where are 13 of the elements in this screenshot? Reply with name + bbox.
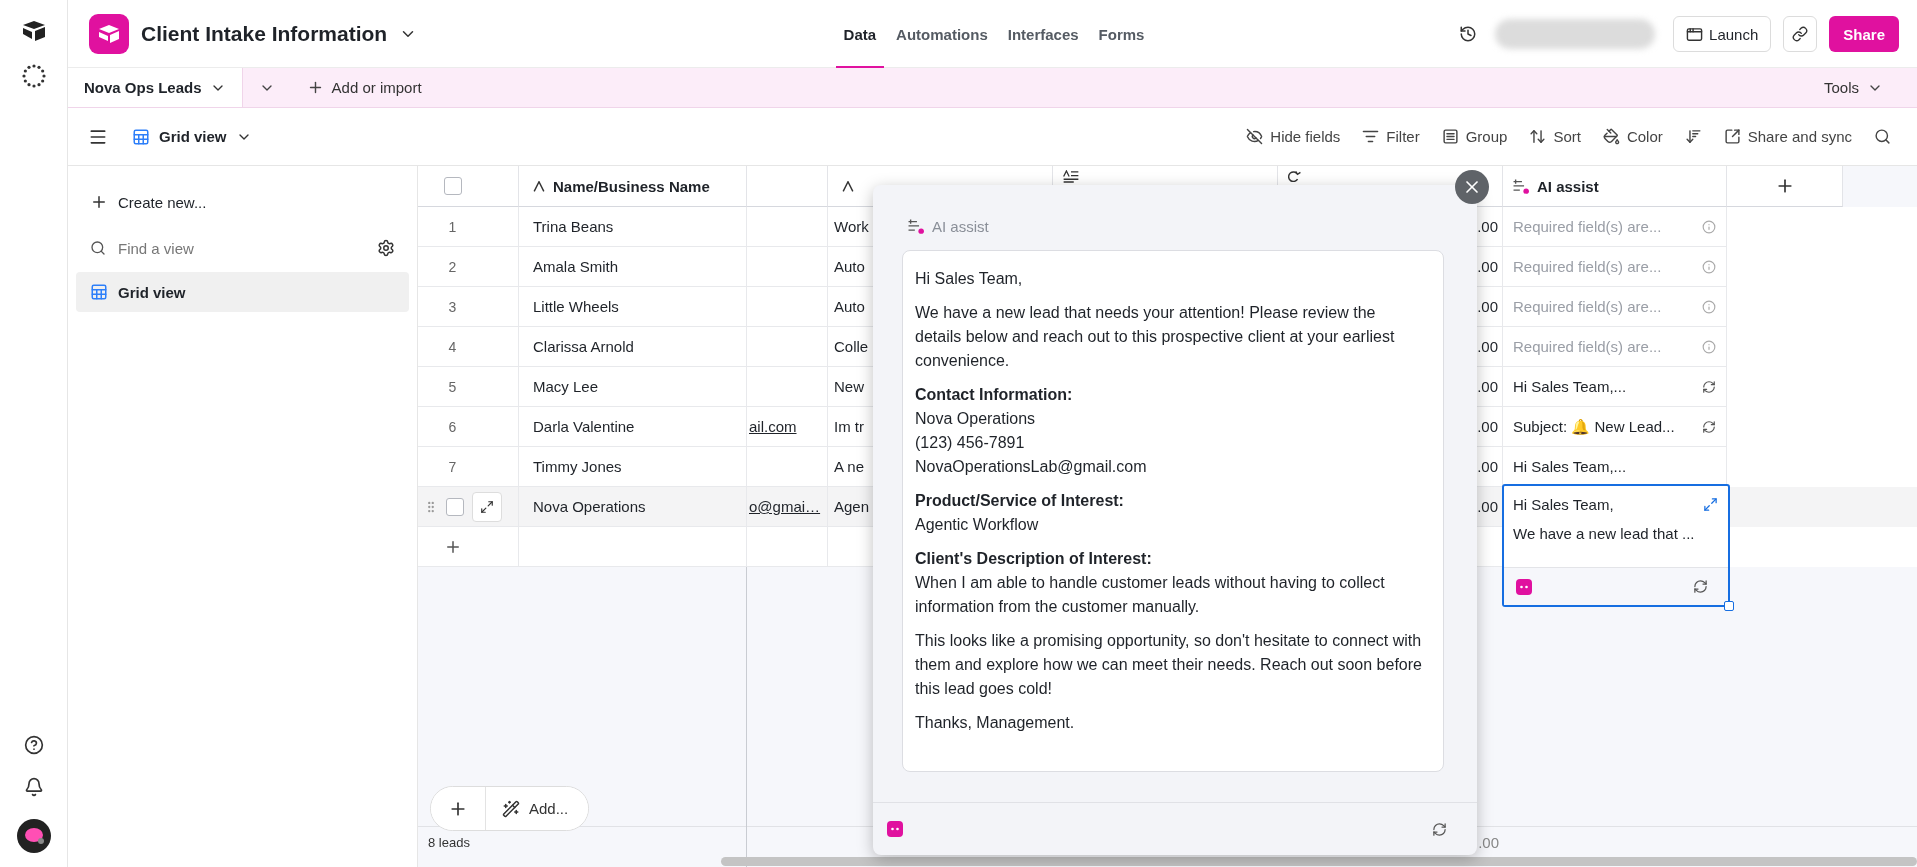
- section-line: When I am able to handle customer leads without having to collect information from the customer manually.: [915, 573, 1386, 617]
- section-heading: Client's Description of Interest:: [915, 549, 1153, 569]
- column-title: AI assist: [1537, 177, 1599, 195]
- section-line: Nova Operations: [915, 409, 1037, 429]
- cell-text: Hi Sales Team,: [1513, 496, 1614, 513]
- cell-text: We have a new lead that ...: [1513, 525, 1695, 542]
- summary-value: .00: [1477, 833, 1500, 851]
- message-paragraph: Thanks, Management.: [915, 713, 1076, 733]
- popup-title: AI assist: [932, 217, 989, 235]
- message-paragraph: This looks like a promising opportunity, so don't hesitate to connect with them and explore how we can meet their needs. Reach out soon before this lead goes cold!: [915, 631, 1423, 699]
- record-count: 8 leads: [428, 834, 470, 850]
- message-paragraph: Hi Sales Team,: [915, 269, 1024, 289]
- column-title: Name/Business Name: [553, 177, 710, 195]
